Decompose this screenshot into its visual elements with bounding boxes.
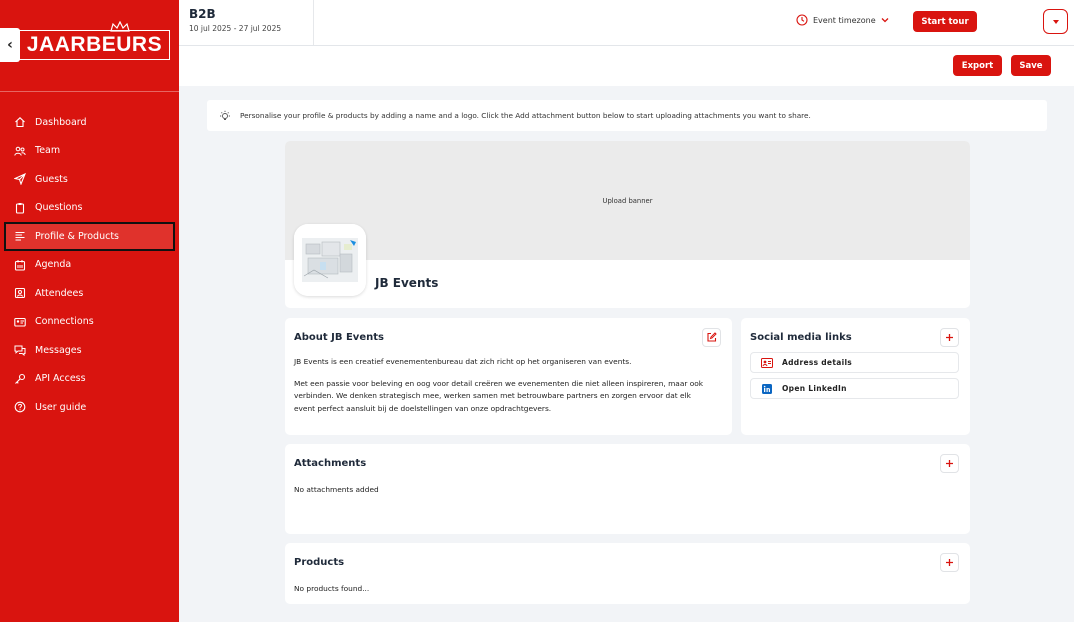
add-social-link-button[interactable] (940, 328, 959, 347)
key-icon (14, 373, 26, 385)
sidebar-item-connections[interactable]: Connections (0, 308, 179, 337)
collapse-sidebar-button[interactable]: ‹ (0, 28, 20, 62)
help-icon (14, 401, 26, 413)
add-attachment-button[interactable] (940, 454, 959, 473)
sidebar-item-label: Dashboard (35, 116, 87, 128)
profile-card: Upload banner JB Events (285, 141, 970, 308)
save-button[interactable]: Save (1011, 55, 1051, 76)
chevron-down-icon (881, 18, 889, 23)
address-card-icon (761, 357, 773, 368)
plus-icon (946, 559, 953, 566)
event-dates: 10 jul 2025 - 27 jul 2025 (189, 24, 282, 33)
start-tour-button[interactable]: Start tour (913, 11, 977, 32)
products-empty-text: No products found... (294, 584, 370, 593)
sidebar-item-label: Connections (35, 316, 94, 328)
info-banner: Personalise your profile & products by a… (207, 100, 1047, 131)
sidebar-item-questions[interactable]: Questions (0, 194, 179, 223)
sidebar-item-team[interactable]: Team (0, 137, 179, 166)
sidebar-item-profile-products[interactable]: Profile & Products (4, 222, 175, 251)
timezone-label: Event timezone (813, 15, 876, 25)
company-logo[interactable] (294, 224, 366, 296)
products-card: Products No products found... (285, 543, 970, 604)
edit-about-button[interactable] (702, 328, 721, 347)
event-selector[interactable]: B2B 10 jul 2025 - 27 jul 2025 (179, 0, 314, 45)
user-menu-button[interactable] (1043, 9, 1068, 34)
sidebar-item-agenda[interactable]: Agenda (0, 251, 179, 280)
sidebar-item-label: API Access (35, 373, 86, 385)
caret-down-icon (1052, 19, 1059, 24)
linkedin-icon (761, 383, 773, 394)
upload-banner-area[interactable]: Upload banner (285, 141, 970, 260)
about-title: About JB Events (294, 332, 384, 343)
sidebar-item-label: Attendees (35, 287, 84, 299)
event-timezone-dropdown[interactable]: Event timezone (796, 14, 895, 26)
company-name: JB Events (375, 276, 439, 290)
send-icon (14, 173, 26, 186)
attachments-card: Attachments No attachments added (285, 444, 970, 534)
edit-icon (707, 332, 717, 342)
top-header: B2B 10 jul 2025 - 27 jul 2025 Event time… (179, 0, 1074, 46)
home-icon (14, 116, 26, 128)
plus-icon (946, 460, 953, 467)
sidebar-item-user-guide[interactable]: User guide (0, 393, 179, 422)
team-icon (14, 145, 26, 157)
page-toolbar: Export Save (179, 46, 1074, 86)
social-media-title: Social media links (750, 332, 852, 343)
linkedin-link[interactable]: Open LinkedIn (750, 378, 959, 399)
sidebar-item-api-access[interactable]: API Access (0, 365, 179, 394)
sidebar-item-label: Profile & Products (35, 230, 120, 242)
chevron-left-icon: ‹ (7, 37, 13, 53)
contact-icon (14, 287, 26, 299)
export-button[interactable]: Export (953, 55, 1002, 76)
jaarbeurs-logo: JAARBEURS (19, 30, 170, 60)
chat-icon (14, 344, 26, 357)
clipboard-icon (14, 202, 26, 214)
add-product-button[interactable] (940, 553, 959, 572)
about-paragraph: Met een passie voor beleving en oog voor… (294, 378, 704, 413)
lightbulb-icon (220, 110, 230, 120)
calendar-icon (14, 259, 26, 271)
link-label: Address details (782, 358, 853, 367)
sidebar-item-dashboard[interactable]: Dashboard (0, 108, 179, 137)
attachments-title: Attachments (294, 458, 367, 469)
sidebar-item-label: Guests (35, 173, 68, 185)
sidebar: ‹ JAARBEURS Dashboard Team Guests Questi… (0, 0, 179, 622)
about-card: About JB Events JB Events is een creatie… (285, 318, 732, 435)
id-card-icon (14, 316, 26, 328)
about-description: JB Events is een creatief evenementenbur… (294, 356, 714, 415)
sidebar-item-messages[interactable]: Messages (0, 336, 179, 365)
clock-icon (796, 14, 808, 26)
sidebar-item-label: Messages (35, 344, 82, 356)
address-details-link[interactable]: Address details (750, 352, 959, 373)
products-title: Products (294, 557, 345, 568)
upload-banner-label: Upload banner (602, 196, 653, 205)
link-label: Open LinkedIn (782, 384, 847, 393)
sidebar-item-label: User guide (35, 401, 87, 413)
sidebar-item-attendees[interactable]: Attendees (0, 279, 179, 308)
social-media-card: Social media links Address details Open … (741, 318, 970, 435)
sidebar-divider (0, 91, 179, 92)
sidebar-item-label: Questions (35, 202, 83, 214)
info-text: Personalise your profile & products by a… (240, 111, 811, 120)
sidebar-nav: Dashboard Team Guests Questions Profile … (0, 108, 179, 422)
floorplan-thumbnail-icon (294, 224, 366, 296)
plus-icon (946, 334, 953, 341)
sidebar-item-guests[interactable]: Guests (0, 165, 179, 194)
event-title: B2B (189, 7, 216, 21)
list-icon (14, 230, 26, 242)
sidebar-item-label: Team (35, 145, 61, 157)
attachments-empty-text: No attachments added (294, 485, 379, 494)
sidebar-item-label: Agenda (35, 259, 72, 271)
about-paragraph: JB Events is een creatief evenementenbur… (294, 357, 632, 366)
